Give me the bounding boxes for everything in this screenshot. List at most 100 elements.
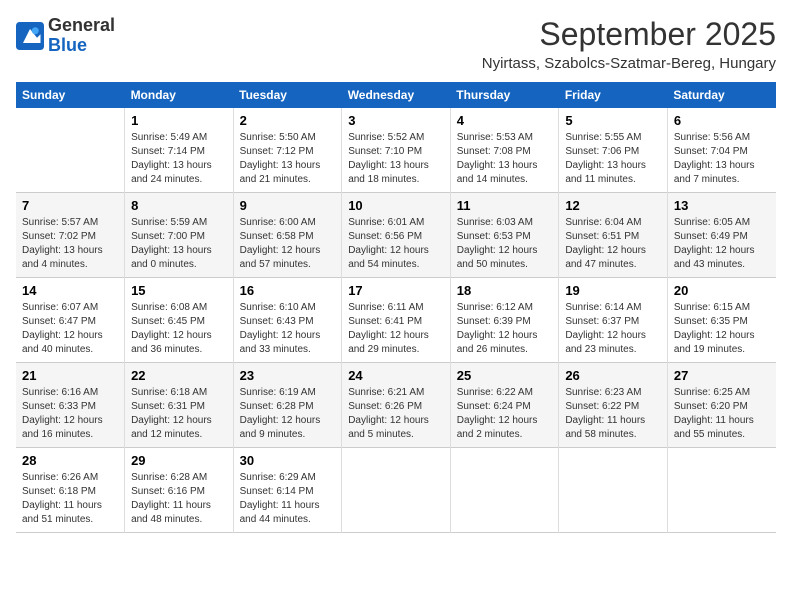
calendar-cell: 6 Sunrise: 5:56 AM Sunset: 7:04 PM Daylig… [667,108,776,193]
calendar-cell: 10 Sunrise: 6:01 AM Sunset: 6:56 PM Dayli… [342,193,451,278]
calendar-cell: 13 Sunrise: 6:05 AM Sunset: 6:49 PM Dayli… [667,193,776,278]
cell-info: Sunrise: 6:29 AM Sunset: 6:14 PM Dayligh… [240,471,336,527]
header-day-friday: Friday [559,82,668,108]
cell-info: Sunrise: 6:12 AM Sunset: 6:39 PM Dayligh… [457,301,553,357]
calendar-cell [342,448,451,533]
calendar-cell: 23Sunrise: 6:19 AM Sunset: 6:28 PM Dayli… [233,363,342,448]
calendar-cell: 1 Sunrise: 5:49 AM Sunset: 7:14 PM Daylig… [125,108,234,193]
calendar-cell: 18 Sunrise: 6:12 AM Sunset: 6:39 PM Dayli… [450,278,559,363]
day-number: 28 [22,453,118,468]
day-number: 3 [348,113,444,128]
cell-info: Sunrise: 5:52 AM Sunset: 7:10 PM Dayligh… [348,131,444,187]
header-day-sunday: Sunday [16,82,125,108]
calendar-cell: 11Sunrise: 6:03 AM Sunset: 6:53 PM Dayli… [450,193,559,278]
cell-info: Sunrise: 6:25 AM Sunset: 6:20 PM Dayligh… [674,386,770,442]
cell-info: Sunrise: 6:00 AM Sunset: 6:58 PM Dayligh… [240,216,336,272]
calendar-cell: 27 Sunrise: 6:25 AM Sunset: 6:20 PM Dayli… [667,363,776,448]
day-number: 16 [240,283,336,298]
calendar-header: SundayMondayTuesdayWednesdayThursdayFrid… [16,82,776,108]
calendar-cell: 9Sunrise: 6:00 AM Sunset: 6:58 PM Daylig… [233,193,342,278]
day-number: 14 [22,283,118,298]
week-row: 1 Sunrise: 5:49 AM Sunset: 7:14 PM Daylig… [16,108,776,193]
day-number: 10 [348,198,444,213]
day-number: 25 [457,368,553,383]
calendar-cell [450,448,559,533]
calendar-cell: 14Sunrise: 6:07 AM Sunset: 6:47 PM Dayli… [16,278,125,363]
day-number: 29 [131,453,227,468]
cell-info: Sunrise: 6:04 AM Sunset: 6:51 PM Dayligh… [565,216,661,272]
day-number: 27 [674,368,770,383]
calendar-cell: 26Sunrise: 6:23 AM Sunset: 6:22 PM Dayli… [559,363,668,448]
calendar-table: SundayMondayTuesdayWednesdayThursdayFrid… [16,82,776,533]
day-number: 21 [22,368,118,383]
cell-info: Sunrise: 6:26 AM Sunset: 6:18 PM Dayligh… [22,471,118,527]
day-number: 15 [131,283,227,298]
calendar-cell: 5Sunrise: 5:55 AM Sunset: 7:06 PM Daylig… [559,108,668,193]
day-number: 6 [674,113,770,128]
week-row: 28 Sunrise: 6:26 AM Sunset: 6:18 PM Dayli… [16,448,776,533]
calendar-cell: 4Sunrise: 5:53 AM Sunset: 7:08 PM Daylig… [450,108,559,193]
location-title: Nyirtass, Szabolcs-Szatmar-Bereg, Hungar… [482,55,776,72]
day-number: 22 [131,368,227,383]
day-number: 12 [565,198,661,213]
header-day-tuesday: Tuesday [233,82,342,108]
cell-info: Sunrise: 5:49 AM Sunset: 7:14 PM Dayligh… [131,131,227,187]
cell-info: Sunrise: 5:59 AM Sunset: 7:00 PM Dayligh… [131,216,227,272]
week-row: 21 Sunrise: 6:16 AM Sunset: 6:33 PM Dayli… [16,363,776,448]
week-row: 14Sunrise: 6:07 AM Sunset: 6:47 PM Dayli… [16,278,776,363]
day-number: 19 [565,283,661,298]
cell-info: Sunrise: 6:16 AM Sunset: 6:33 PM Dayligh… [22,386,118,442]
day-number: 8 [131,198,227,213]
calendar-cell: 28 Sunrise: 6:26 AM Sunset: 6:18 PM Dayli… [16,448,125,533]
cell-info: Sunrise: 6:10 AM Sunset: 6:43 PM Dayligh… [240,301,336,357]
day-number: 4 [457,113,553,128]
logo-blue-text: Blue [48,35,87,55]
day-number: 13 [674,198,770,213]
cell-info: Sunrise: 6:08 AM Sunset: 6:45 PM Dayligh… [131,301,227,357]
calendar-cell: 29 Sunrise: 6:28 AM Sunset: 6:16 PM Dayli… [125,448,234,533]
calendar-cell: 19Sunrise: 6:14 AM Sunset: 6:37 PM Dayli… [559,278,668,363]
cell-info: Sunrise: 5:50 AM Sunset: 7:12 PM Dayligh… [240,131,336,187]
calendar-cell: 25 Sunrise: 6:22 AM Sunset: 6:24 PM Dayli… [450,363,559,448]
week-row: 7Sunrise: 5:57 AM Sunset: 7:02 PM Daylig… [16,193,776,278]
cell-info: Sunrise: 6:28 AM Sunset: 6:16 PM Dayligh… [131,471,227,527]
cell-info: Sunrise: 6:22 AM Sunset: 6:24 PM Dayligh… [457,386,553,442]
header-day-thursday: Thursday [450,82,559,108]
calendar-cell: 15 Sunrise: 6:08 AM Sunset: 6:45 PM Dayli… [125,278,234,363]
calendar-cell: 24Sunrise: 6:21 AM Sunset: 6:26 PM Dayli… [342,363,451,448]
calendar-cell: 21 Sunrise: 6:16 AM Sunset: 6:33 PM Dayli… [16,363,125,448]
calendar-cell: 20 Sunrise: 6:15 AM Sunset: 6:35 PM Dayli… [667,278,776,363]
logo: General Blue [16,16,115,56]
calendar-cell: 2Sunrise: 5:50 AM Sunset: 7:12 PM Daylig… [233,108,342,193]
day-number: 7 [22,198,118,213]
day-number: 24 [348,368,444,383]
calendar-cell: 22 Sunrise: 6:18 AM Sunset: 6:31 PM Dayli… [125,363,234,448]
calendar-cell: 7Sunrise: 5:57 AM Sunset: 7:02 PM Daylig… [16,193,125,278]
day-number: 20 [674,283,770,298]
day-number: 5 [565,113,661,128]
cell-info: Sunrise: 6:01 AM Sunset: 6:56 PM Dayligh… [348,216,444,272]
calendar-cell: 12 Sunrise: 6:04 AM Sunset: 6:51 PM Dayli… [559,193,668,278]
cell-info: Sunrise: 6:05 AM Sunset: 6:49 PM Dayligh… [674,216,770,272]
day-number: 18 [457,283,553,298]
day-number: 26 [565,368,661,383]
calendar-cell: 3 Sunrise: 5:52 AM Sunset: 7:10 PM Daylig… [342,108,451,193]
calendar-cell [667,448,776,533]
cell-info: Sunrise: 6:18 AM Sunset: 6:31 PM Dayligh… [131,386,227,442]
cell-info: Sunrise: 5:56 AM Sunset: 7:04 PM Dayligh… [674,131,770,187]
logo-general-text: General [48,15,115,35]
cell-info: Sunrise: 6:15 AM Sunset: 6:35 PM Dayligh… [674,301,770,357]
header-row: SundayMondayTuesdayWednesdayThursdayFrid… [16,82,776,108]
calendar-cell: 16 Sunrise: 6:10 AM Sunset: 6:43 PM Dayli… [233,278,342,363]
month-title: September 2025 [482,16,776,53]
logo-icon [16,22,44,50]
header-day-monday: Monday [125,82,234,108]
title-block: September 2025 Nyirtass, Szabolcs-Szatma… [482,16,776,72]
calendar-body: 1 Sunrise: 5:49 AM Sunset: 7:14 PM Daylig… [16,108,776,533]
header-day-wednesday: Wednesday [342,82,451,108]
day-number: 11 [457,198,553,213]
day-number: 30 [240,453,336,468]
day-number: 1 [131,113,227,128]
page-header: General Blue September 2025 Nyirtass, Sz… [16,16,776,72]
calendar-cell [16,108,125,193]
